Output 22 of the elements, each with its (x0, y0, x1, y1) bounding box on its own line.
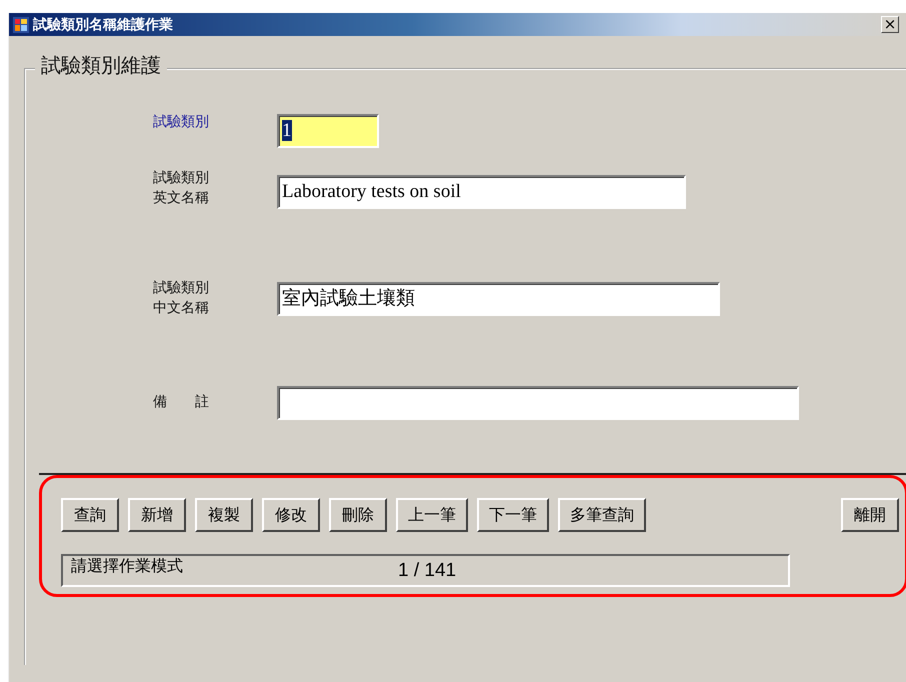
field-label: 試驗類別中文名稱 (153, 279, 209, 318)
field-label: 試驗類別 (153, 113, 209, 132)
toolbar-button[interactable]: 複製 (195, 498, 253, 532)
field-label: 備 註 (153, 393, 209, 412)
input-field[interactable]: 1 (277, 114, 379, 148)
toolbar-button[interactable]: 多筆查詢 (558, 498, 646, 532)
input-field[interactable]: Laboratory tests on soil (277, 175, 686, 209)
window-title: 試驗類別名稱維護作業 (33, 16, 174, 34)
record-counter: 1 / 141 (398, 560, 456, 582)
toolbar-button[interactable]: 下一筆 (477, 498, 549, 532)
toolbar-button[interactable]: 刪除 (329, 498, 387, 532)
close-button[interactable]: × (881, 16, 899, 33)
exit-button[interactable]: 離開 (841, 498, 899, 532)
field-label: 試驗類別英文名稱 (153, 169, 209, 208)
status-message: 請選擇作業模式 (71, 556, 183, 577)
input-field[interactable]: 室內試驗土壤類 (277, 282, 720, 316)
input-field[interactable] (277, 386, 799, 420)
toolbar-button[interactable]: 修改 (262, 498, 320, 532)
toolbar-button[interactable]: 查詢 (61, 498, 119, 532)
app-icon (13, 16, 29, 32)
toolbar-button[interactable]: 上一筆 (396, 498, 468, 532)
toolbar-button[interactable]: 新增 (128, 498, 186, 532)
